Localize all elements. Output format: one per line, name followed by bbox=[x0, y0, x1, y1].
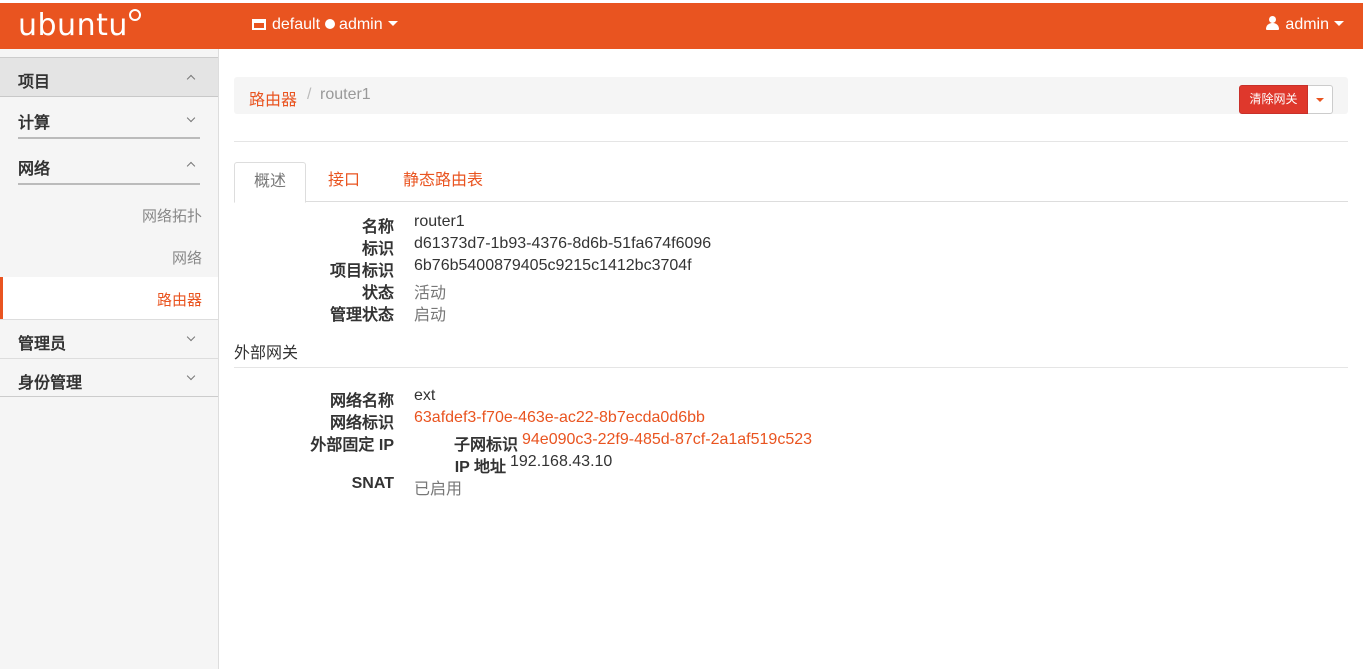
brand-text: ubuntu bbox=[18, 8, 128, 43]
user-icon bbox=[1266, 16, 1280, 30]
detail-row-fixed-ip: 外部固定 IP 子网标识 94e090c3-22f9-485d-87cf-2a1… bbox=[194, 431, 1194, 454]
chevron-up-icon bbox=[188, 76, 194, 82]
sidebar-item-networks[interactable]: 网络 bbox=[0, 235, 218, 277]
sidebar-group-compute[interactable]: 计算 bbox=[0, 97, 218, 141]
brand-logo[interactable]: ubuntu bbox=[18, 8, 141, 43]
sidebar-group-label: 网络 bbox=[18, 161, 51, 178]
sidebar-item-label: 网络拓扑 bbox=[141, 208, 202, 225]
chevron-up-icon bbox=[188, 163, 194, 169]
divider bbox=[18, 137, 200, 139]
detail-label: 网络名称 bbox=[329, 393, 394, 410]
detail-row-ip-address: IP 地址 192.168.43.10 bbox=[194, 453, 1194, 476]
sidebar: 项目 计算 网络 网络拓扑 网络 路由器 管理员 身份管理 bbox=[0, 49, 219, 669]
user-name: admin bbox=[1285, 16, 1329, 33]
detail-label: 管理状态 bbox=[329, 307, 394, 324]
sidebar-group-network[interactable]: 网络 bbox=[0, 141, 218, 193]
sidebar-panel-label: 管理员 bbox=[18, 336, 67, 353]
user-menu[interactable]: admin bbox=[1266, 16, 1344, 34]
chevron-down-icon bbox=[188, 334, 194, 340]
ubuntu-circle-icon bbox=[128, 9, 141, 21]
divider bbox=[234, 141, 1348, 142]
detail-value: 192.168.43.10 bbox=[510, 453, 613, 470]
detail-label: 外部固定 IP bbox=[310, 437, 394, 454]
bullet-icon bbox=[325, 19, 336, 29]
detail-sublabel: 子网标识 bbox=[454, 437, 519, 454]
detail-sublabel: IP 地址 bbox=[454, 459, 506, 476]
caret-down-icon bbox=[1334, 21, 1344, 26]
chevron-down-icon bbox=[188, 373, 194, 379]
caret-down-icon bbox=[387, 21, 398, 26]
sidebar-item-network-topology[interactable]: 网络拓扑 bbox=[0, 193, 218, 235]
detail-row-network-id: 网络标识 63afdef3-f70e-463e-ac22-8b7ecda0d6b… bbox=[194, 409, 1194, 432]
detail-tabs: 概述 接口 静态路由表 bbox=[234, 162, 1348, 203]
sidebar-panel-identity[interactable]: 身份管理 bbox=[0, 358, 218, 397]
divider bbox=[234, 367, 1348, 368]
sidebar-panel-label: 项目 bbox=[18, 74, 51, 91]
detail-value: 启动 bbox=[414, 307, 447, 324]
sidebar-spacer bbox=[0, 49, 218, 58]
detail-value: router1 bbox=[414, 213, 465, 230]
tab-static-routes[interactable]: 静态路由表 bbox=[403, 162, 483, 202]
chevron-down-icon bbox=[188, 115, 194, 121]
detail-row-project-id: 项目标识 6b76b5400879405c9215c1412bc3704f bbox=[194, 257, 1194, 280]
detail-label: 状态 bbox=[361, 285, 394, 302]
project-label: default bbox=[272, 16, 321, 33]
detail-row-network-name: 网络名称 ext bbox=[194, 387, 1194, 410]
top-navbar: ubuntu default admin admin bbox=[0, 3, 1363, 49]
more-actions-dropdown-button[interactable] bbox=[1308, 85, 1333, 114]
project-switcher[interactable]: default admin bbox=[252, 16, 398, 34]
detail-value: d61373d7-1b93-4376-8d6b-51fa674f6096 bbox=[414, 235, 712, 252]
subnet-id-link[interactable]: 94e090c3-22f9-485d-87cf-2a1af519c523 bbox=[522, 431, 812, 449]
breadcrumb-separator: / bbox=[307, 86, 312, 103]
breadcrumb-link-routers[interactable]: 路由器 bbox=[249, 86, 297, 110]
divider bbox=[18, 183, 200, 185]
detail-row-status: 状态 活动 bbox=[194, 279, 1194, 302]
sidebar-panel-label: 身份管理 bbox=[18, 375, 83, 392]
detail-row-name: 名称 router1 bbox=[194, 213, 1194, 236]
sidebar-group-label: 计算 bbox=[18, 115, 51, 132]
sidebar-panel-project[interactable]: 项目 bbox=[0, 58, 218, 97]
detail-row-snat: SNAT 已启用 bbox=[194, 475, 1194, 498]
breadcrumb: 路由器 / router1 bbox=[234, 77, 1348, 114]
tab-overview[interactable]: 概述 bbox=[234, 162, 306, 203]
detail-value: 6b76b5400879405c9215c1412bc3704f bbox=[414, 257, 692, 274]
detail-value: 活动 bbox=[414, 285, 447, 302]
detail-row-admin-state: 管理状态 启动 bbox=[194, 301, 1194, 324]
breadcrumb-current: router1 bbox=[320, 86, 371, 103]
detail-value: 已启用 bbox=[414, 481, 463, 498]
detail-label: 网络标识 bbox=[329, 415, 394, 432]
detail-value: ext bbox=[414, 387, 436, 404]
project-icon bbox=[252, 19, 266, 30]
clear-gateway-button[interactable]: 清除网关 bbox=[1239, 85, 1308, 114]
sidebar-panel-admin[interactable]: 管理员 bbox=[0, 319, 218, 358]
project-user-label: admin bbox=[339, 16, 383, 33]
detail-label: 项目标识 bbox=[329, 263, 394, 280]
detail-label: 标识 bbox=[361, 241, 394, 258]
detail-label: SNAT bbox=[351, 475, 394, 492]
network-id-link[interactable]: 63afdef3-f70e-463e-ac22-8b7ecda0d6bb bbox=[414, 409, 705, 427]
sidebar-item-routers[interactable]: 路由器 bbox=[0, 277, 218, 319]
detail-label: 名称 bbox=[361, 219, 394, 236]
tab-interfaces[interactable]: 接口 bbox=[328, 162, 360, 202]
section-title-external-gateway: 外部网关 bbox=[234, 345, 299, 362]
detail-row-id: 标识 d61373d7-1b93-4376-8d6b-51fa674f6096 bbox=[194, 235, 1194, 258]
